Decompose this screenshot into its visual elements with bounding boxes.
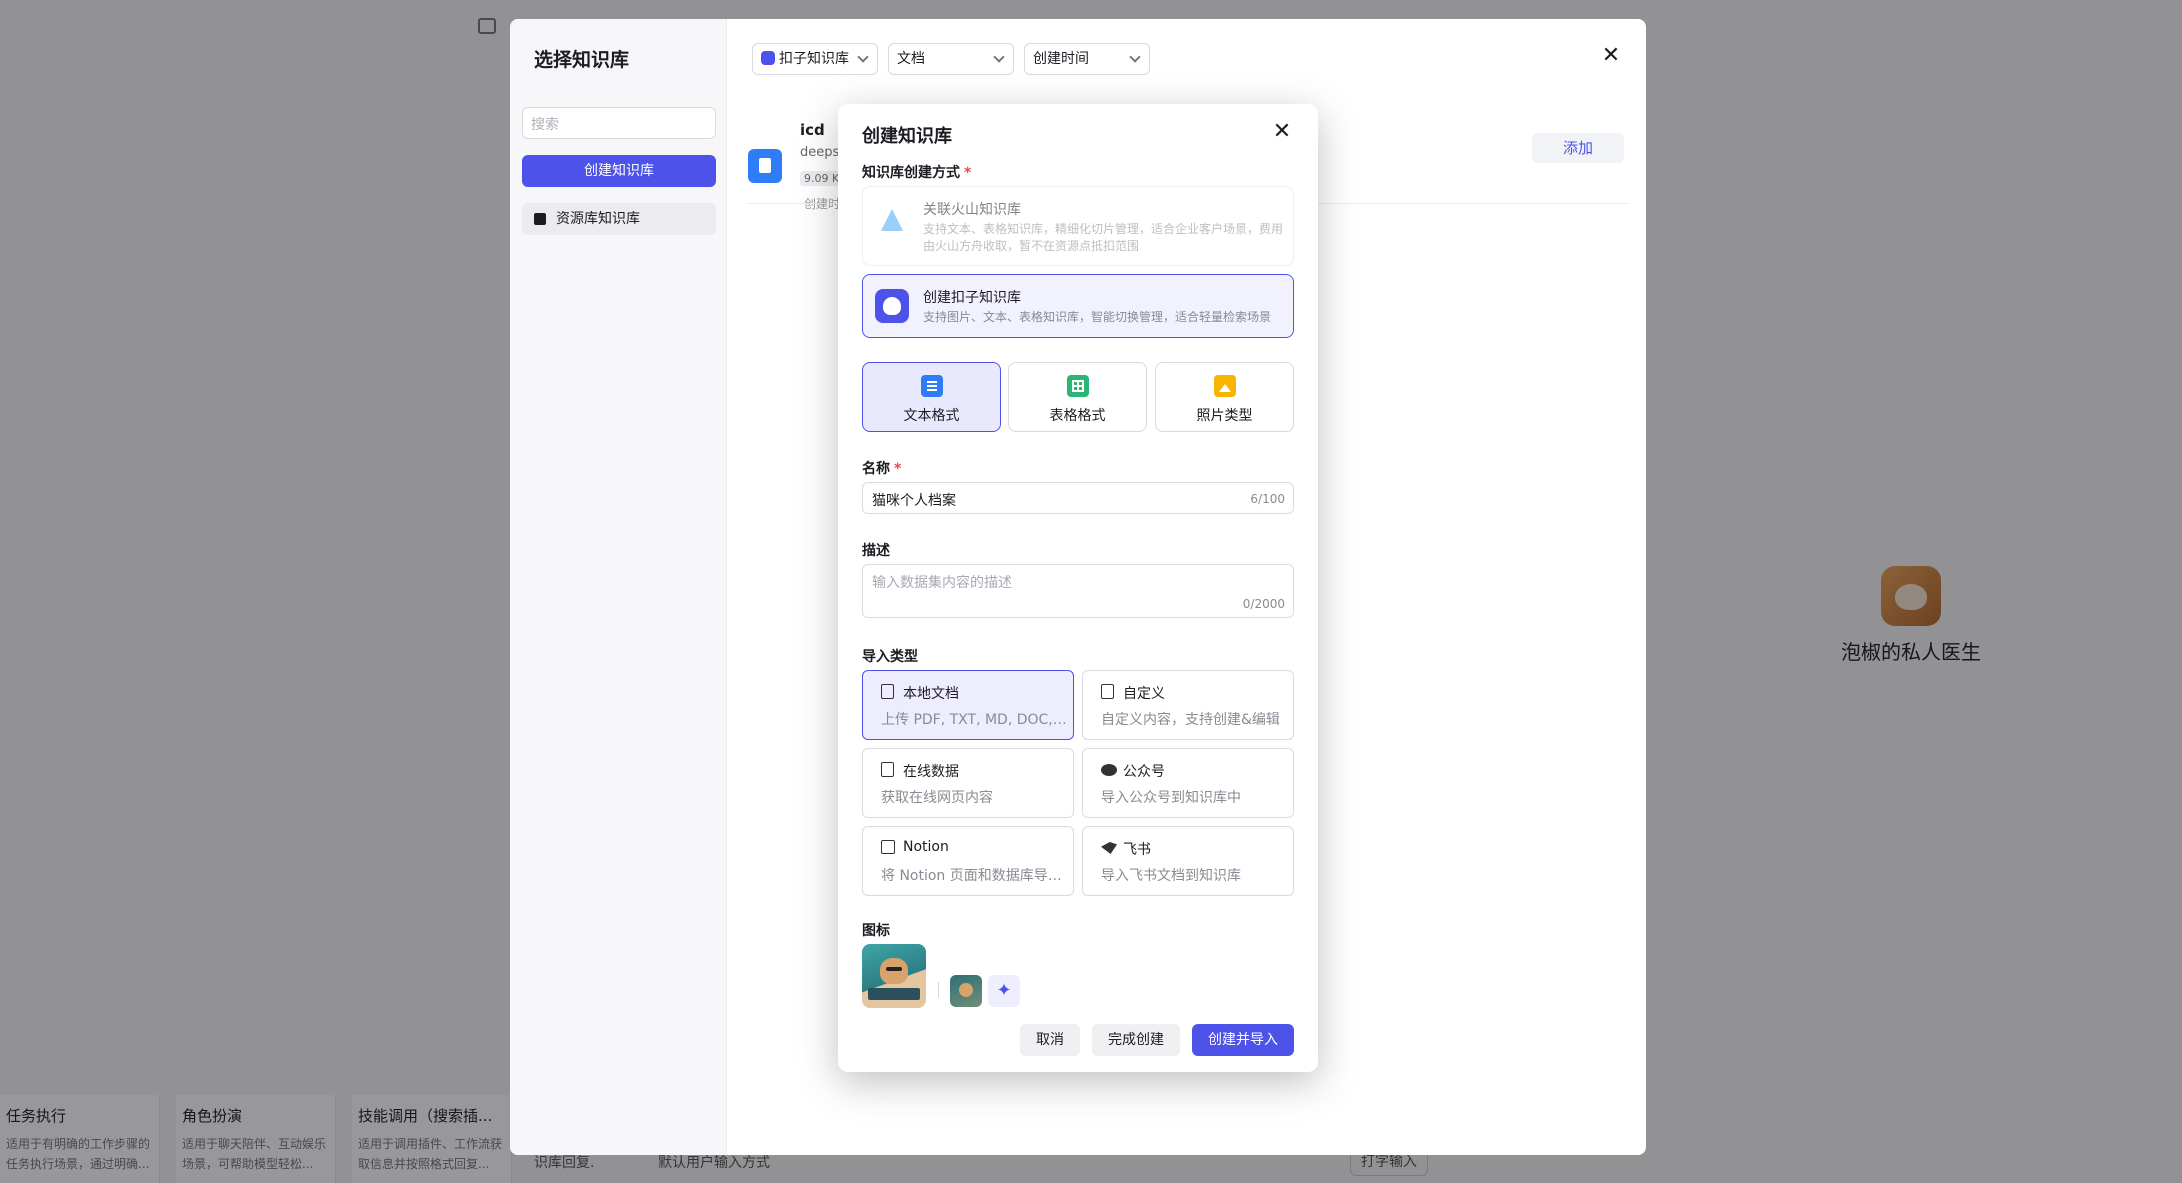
add-kb-button[interactable]: 添加 [1532, 133, 1624, 163]
document-icon [748, 149, 782, 183]
kb-type-filter[interactable]: 扣子知识库 [752, 43, 878, 75]
create-kb-button[interactable]: 创建知识库 [522, 155, 716, 187]
import-local-doc[interactable]: 本地文档 上传 PDF, TXT, MD, DOC, DOCX [862, 670, 1074, 740]
import-desc: 将 Notion 页面和数据库导入知识库 [881, 868, 1067, 884]
kb-format-filter[interactable]: 文档 [888, 43, 1014, 75]
chevron-down-icon [857, 51, 869, 63]
kb-sort-filter[interactable]: 创建时间 [1024, 43, 1150, 75]
cancel-button[interactable]: 取消 [1020, 1024, 1080, 1056]
sidebar-item-label: 资源库知识库 [556, 211, 640, 227]
create-kb-modal: 创建知识库 ✕ 知识库创建方式 * 关联火山知识库 支持文本、表格知识库，精细化切… [838, 104, 1318, 1072]
modal-title: 创建知识库 [862, 126, 952, 147]
icon-label: 图标 [862, 923, 890, 939]
kb-item-name: icd [800, 121, 825, 139]
mode-desc: 支持文本、表格知识库，精细化切片管理，适合企业客户场景，费用由火山方舟收取，暂不… [923, 222, 1284, 253]
name-label: 名称 * [862, 461, 902, 477]
mode-name: 创建扣子知识库 [923, 290, 1021, 306]
desc-placeholder: 输入数据集内容的描述 [872, 575, 1012, 591]
format-photo[interactable]: 照片类型 [1155, 362, 1294, 432]
import-name: 飞书 [1123, 842, 1151, 858]
kb-search-input[interactable]: 搜索 [522, 107, 716, 139]
desc-label: 描述 [862, 543, 890, 559]
mode-label: 知识库创建方式 * [862, 165, 972, 181]
sparkle-icon[interactable]: ✦ [988, 975, 1020, 1007]
kb-icon-thumbnail[interactable] [950, 975, 982, 1007]
import-online-data[interactable]: 在线数据 获取在线网页内容 [862, 748, 1074, 818]
import-desc: 获取在线网页内容 [881, 790, 993, 806]
image-icon [1214, 375, 1236, 397]
import-label: 导入类型 [862, 649, 918, 665]
name-value: 猫咪个人档案 [872, 493, 956, 509]
import-desc: 导入飞书文档到知识库 [1101, 868, 1241, 884]
import-name: 在线数据 [903, 764, 959, 780]
import-desc: 上传 PDF, TXT, MD, DOC, DOCX [881, 712, 1067, 728]
import-name: Notion [903, 839, 949, 855]
mode-coze-kb[interactable]: 创建扣子知识库 支持图片、文本、表格知识库，智能切换管理，适合轻量检索场景 [862, 274, 1294, 338]
desc-textarea[interactable]: 输入数据集内容的描述 0/2000 [862, 564, 1294, 618]
import-custom[interactable]: 自定义 自定义内容，支持创建&编辑 [1082, 670, 1294, 740]
import-feishu[interactable]: 飞书 导入飞书文档到知识库 [1082, 826, 1294, 896]
volcano-icon [875, 203, 909, 237]
format-table[interactable]: 表格格式 [1008, 362, 1147, 432]
kb-sidebar: 选择知识库 搜索 创建知识库 资源库知识库 [510, 19, 727, 1155]
mode-volc-kb[interactable]: 关联火山知识库 支持文本、表格知识库，精细化切片管理，适合企业客户场景，费用由火… [862, 186, 1294, 266]
name-char-count: 6/100 [1250, 492, 1285, 506]
wechat-icon [1101, 764, 1117, 776]
chevron-down-icon [993, 51, 1005, 63]
import-desc: 自定义内容，支持创建&编辑 [1101, 712, 1280, 728]
close-icon[interactable]: ✕ [1270, 120, 1294, 144]
coze-logo-icon [875, 289, 909, 323]
close-icon[interactable]: ✕ [1600, 45, 1622, 67]
import-desc: 导入公众号到知识库中 [1101, 790, 1241, 806]
table-icon [1067, 375, 1089, 397]
notion-icon [881, 840, 895, 854]
coze-logo-icon [761, 51, 775, 65]
feishu-icon [1101, 842, 1117, 854]
web-page-icon [881, 762, 894, 777]
filter-label: 扣子知识库 [779, 51, 849, 67]
create-and-import-button[interactable]: 创建并导入 [1192, 1024, 1294, 1056]
import-notion[interactable]: Notion 将 Notion 页面和数据库导入知识库 [862, 826, 1074, 896]
library-icon [534, 213, 546, 225]
import-wechat[interactable]: 公众号 导入公众号到知识库中 [1082, 748, 1294, 818]
text-doc-icon [921, 375, 943, 397]
import-name: 公众号 [1123, 764, 1165, 780]
document-icon [881, 684, 894, 699]
panel-title: 选择知识库 [534, 49, 630, 71]
mode-desc: 支持图片、文本、表格知识库，智能切换管理，适合轻量检索场景 [923, 310, 1272, 324]
format-text[interactable]: 文本格式 [862, 362, 1001, 432]
filter-label: 创建时间 [1033, 51, 1089, 67]
import-name: 自定义 [1123, 686, 1165, 702]
divider [938, 982, 939, 998]
filter-label: 文档 [897, 51, 925, 67]
format-label: 照片类型 [1196, 408, 1253, 424]
desc-char-count: 0/2000 [1242, 597, 1285, 611]
edit-doc-icon [1101, 684, 1114, 699]
desk-shape [868, 988, 920, 1000]
name-input[interactable]: 猫咪个人档案 6/100 [862, 482, 1294, 514]
sidebar-item-resource-kb[interactable]: 资源库知识库 [522, 203, 716, 235]
chevron-down-icon [1129, 51, 1141, 63]
import-name: 本地文档 [903, 686, 959, 702]
mode-name: 关联火山知识库 [923, 202, 1021, 218]
format-label: 表格格式 [1049, 408, 1106, 424]
kb-icon-preview[interactable] [862, 944, 926, 1008]
finish-create-button[interactable]: 完成创建 [1092, 1024, 1180, 1056]
format-label: 文本格式 [903, 408, 960, 424]
cat-icon [880, 958, 908, 984]
